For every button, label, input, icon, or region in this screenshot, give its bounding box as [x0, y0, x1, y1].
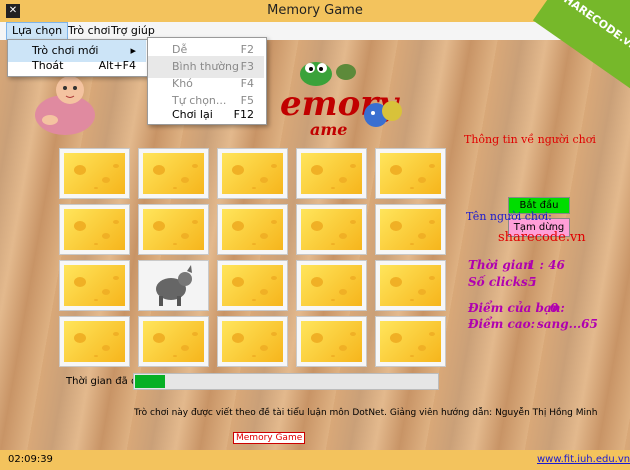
player-info-title: Thông tin về người chơi	[464, 133, 596, 146]
card-tile[interactable]	[217, 148, 288, 199]
donkey-icon	[149, 265, 199, 307]
cheese-icon	[301, 321, 362, 362]
cheese-icon	[222, 265, 283, 306]
player-name: sharecode.vn	[498, 230, 586, 245]
high-score-value: sang...65	[537, 317, 598, 331]
card-tile[interactable]	[217, 204, 288, 255]
card-tile[interactable]	[59, 204, 130, 255]
clicks-label: Số clicks :	[468, 275, 537, 289]
score-value: 0	[550, 301, 559, 315]
tro-choi-moi-submenu: Dễ F2 Bình thường F3 Khó F4 Tự chọn... F…	[147, 37, 267, 125]
player-name-label: Tên người chơi:	[466, 210, 552, 223]
card-tile[interactable]	[375, 204, 446, 255]
card-tile[interactable]	[217, 316, 288, 367]
status-clock: 02:09:39	[8, 454, 53, 465]
card-tile[interactable]	[296, 316, 367, 367]
cheese-icon	[380, 153, 441, 194]
cheese-icon	[64, 209, 125, 250]
logo-subtitle: ame	[310, 120, 348, 139]
lua-chon-menu: Trò chơi mới ▸ Thoát Alt+F4	[7, 39, 149, 77]
status-link[interactable]: www.fit.iuh.edu.vn	[537, 454, 630, 465]
card-tile[interactable]	[138, 204, 209, 255]
menu-item-shortcut: F12	[233, 108, 254, 121]
card-tile[interactable]	[138, 148, 209, 199]
card-tile[interactable]	[138, 316, 209, 367]
app-window: ✕ Memory Game Lựa chọn Trò chơi Trợ giúp	[0, 0, 630, 470]
cheese-icon	[64, 265, 125, 306]
card-tile[interactable]	[59, 148, 130, 199]
card-tile[interactable]	[375, 260, 446, 311]
cheese-icon	[380, 265, 441, 306]
high-score-label: Điểm cao:	[468, 317, 536, 331]
cheese-icon	[380, 209, 441, 250]
cheese-icon	[64, 153, 125, 194]
cheese-icon	[143, 153, 204, 194]
cheese-icon	[301, 265, 362, 306]
card-tile[interactable]	[375, 148, 446, 199]
card-tile[interactable]	[59, 260, 130, 311]
cheese-icon	[380, 321, 441, 362]
menu-item-label: Chơi lại	[172, 108, 213, 121]
clicks-value: 5	[528, 275, 537, 289]
status-bar: 02:09:39 www.fit.iuh.edu.vn	[0, 450, 630, 470]
cherub-picture	[30, 70, 110, 140]
credit-text: Trò chơi này được viết theo đề tài tiểu …	[134, 408, 598, 418]
menu-item-label: Thoát	[32, 59, 64, 72]
card-tile[interactable]	[217, 260, 288, 311]
cheese-icon	[222, 153, 283, 194]
cheese-icon	[64, 321, 125, 362]
menu-item-shortcut: Alt+F4	[98, 59, 136, 72]
card-tile[interactable]	[59, 316, 130, 367]
time-label: Thời gian	[468, 258, 532, 272]
menu-item-thoat[interactable]: Thoát Alt+F4	[8, 55, 146, 77]
card-tile[interactable]	[138, 260, 209, 311]
game-area: emory ame Thông tin về người chơi Bắt đầ…	[0, 40, 630, 450]
card-tile[interactable]	[296, 204, 367, 255]
mouse-mascot	[358, 95, 408, 135]
elapsed-progress-bar	[133, 373, 439, 390]
card-tile[interactable]	[296, 148, 367, 199]
card-tile[interactable]	[296, 260, 367, 311]
cheese-icon	[222, 209, 283, 250]
cheese-icon	[222, 321, 283, 362]
menu-lua-chon[interactable]: Lựa chọn	[6, 22, 69, 40]
card-tile[interactable]	[375, 316, 446, 367]
cheese-icon	[143, 321, 204, 362]
cheese-icon	[301, 209, 362, 250]
cheese-icon	[301, 153, 362, 194]
time-value: 1 : 46	[527, 258, 565, 272]
app-badge: Memory Game	[233, 432, 306, 444]
menu-item-choi-lai[interactable]: Chơi lại F12	[148, 104, 264, 126]
elapsed-progress-fill	[135, 375, 165, 388]
cheese-icon	[143, 209, 204, 250]
